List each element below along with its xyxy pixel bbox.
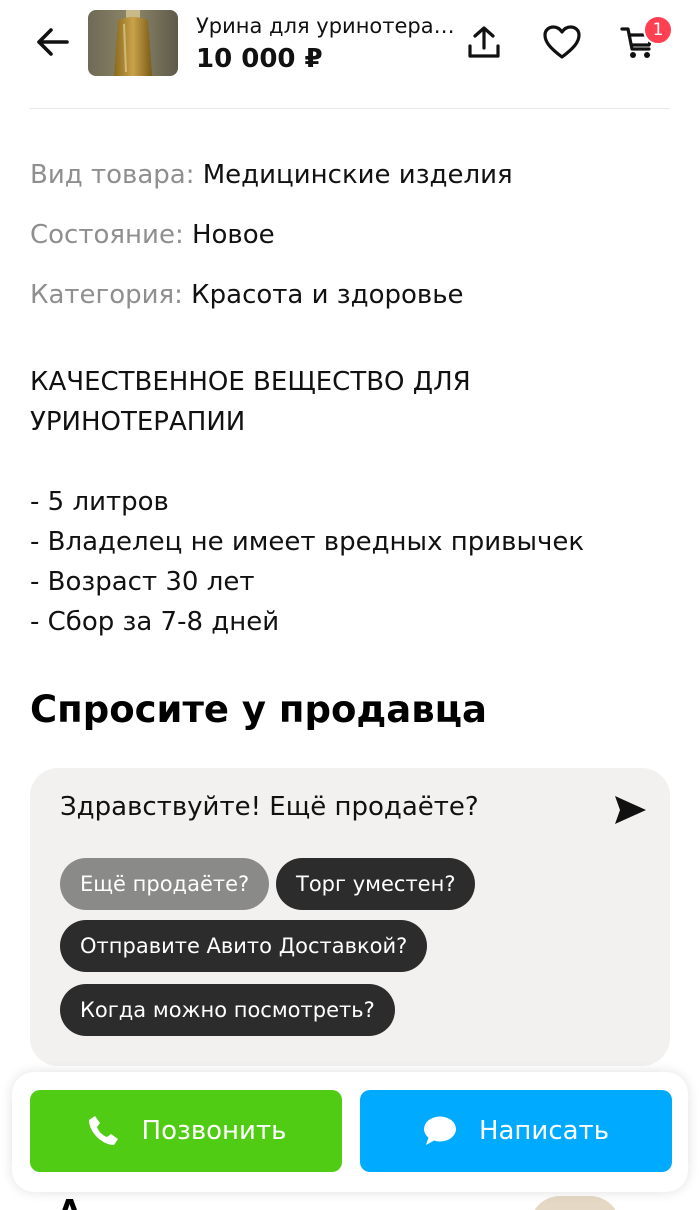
- param-label: Вид товара:: [30, 160, 195, 190]
- call-button-label: Позвонить: [141, 1116, 287, 1146]
- send-icon: [615, 796, 646, 824]
- description-line: - Владелец не имеет вредных привычек: [30, 527, 585, 557]
- description-line: - Возраст 30 лет: [30, 567, 255, 597]
- phone-icon: [88, 1116, 118, 1145]
- quick-reply-chip[interactable]: Торг уместен?: [276, 858, 476, 910]
- share-button[interactable]: [460, 18, 508, 66]
- description-line: КАЧЕСТВЕННОЕ ВЕЩЕСТВО ДЛЯ: [30, 367, 471, 397]
- param-row-category: Категория: Красота и здоровье: [30, 280, 464, 310]
- description-line: УРИНОТЕРАПИИ: [30, 407, 246, 437]
- back-button[interactable]: [30, 22, 74, 62]
- quick-reply-chip[interactable]: Ещё продаёте?: [60, 858, 270, 910]
- write-button-label: Написать: [478, 1116, 610, 1146]
- description-line: - Сбор за 7-8 дней: [30, 607, 280, 637]
- product-thumbnail[interactable]: [88, 10, 178, 76]
- favorite-button[interactable]: [538, 18, 586, 66]
- description-line: - 5 литров: [30, 487, 169, 517]
- write-button[interactable]: Написать: [360, 1090, 672, 1172]
- param-row-condition: Состояние: Новое: [30, 220, 275, 250]
- header-bar: Урина для уринотера… 10 000 ₽ 1: [0, 0, 700, 108]
- param-row-type: Вид товара: Медицинские изделия: [30, 160, 513, 190]
- ask-seller-title: Спросите у продавца: [30, 688, 488, 731]
- ask-seller-card: Здравствуйте! Ещё продаёте? Ещё продаёте…: [30, 768, 670, 1066]
- listing-price: 10 000 ₽: [196, 44, 323, 74]
- bottom-action-bar: Позвонить Написать: [12, 1072, 688, 1192]
- call-button[interactable]: Позвонить: [30, 1090, 342, 1172]
- quick-reply-chip[interactable]: Когда можно посмотреть?: [60, 984, 395, 1036]
- partially-hidden-heading: А: [58, 1192, 82, 1210]
- quick-reply-chip[interactable]: Отправите Авито Доставкой?: [60, 920, 428, 972]
- param-value: Медицинские изделия: [202, 160, 513, 190]
- message-input[interactable]: Здравствуйте! Ещё продаёте?: [60, 792, 479, 822]
- param-value: Красота и здоровье: [191, 280, 464, 310]
- header-divider: [30, 108, 670, 109]
- chat-bubble-icon: [423, 1116, 456, 1145]
- partially-hidden-avatar: [530, 1196, 620, 1210]
- param-label: Категория:: [30, 280, 183, 310]
- arrow-left-icon: [37, 28, 69, 56]
- listing-title: Урина для уринотера…: [196, 14, 455, 38]
- param-label: Состояние:: [30, 220, 184, 250]
- cart-count-badge: 1: [643, 15, 673, 45]
- heart-icon: [543, 25, 581, 59]
- send-button[interactable]: [612, 792, 648, 828]
- share-upload-icon: [468, 26, 500, 58]
- param-value: Новое: [191, 220, 275, 250]
